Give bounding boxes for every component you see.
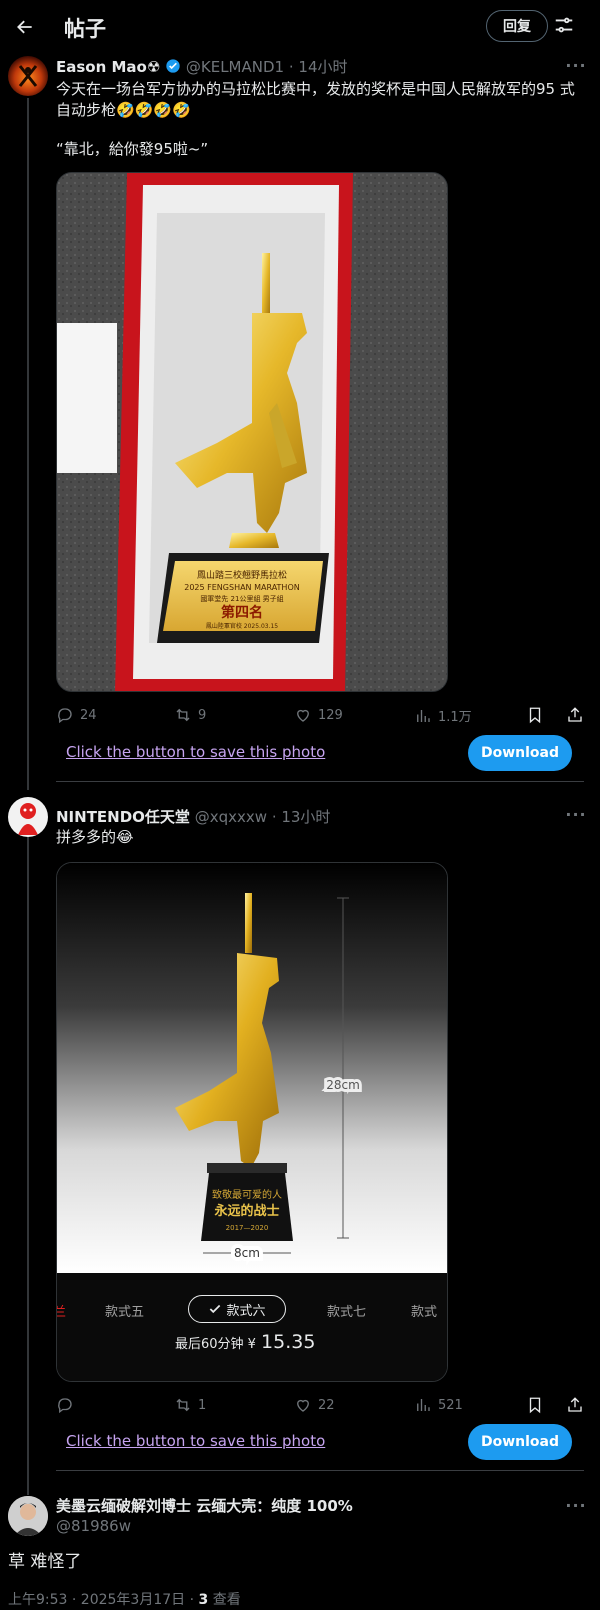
divider xyxy=(56,781,584,782)
views-count: 521 xyxy=(438,1397,463,1413)
author-name[interactable]: NINTENDO任天堂 xyxy=(56,808,190,826)
post-quote: “靠北，給你發95啦~” xyxy=(56,140,209,158)
download-button[interactable]: Download xyxy=(468,1424,572,1460)
like-count: 22 xyxy=(318,1397,335,1413)
more-options-icon[interactable]: ··· xyxy=(565,58,587,81)
more-options-icon[interactable]: ··· xyxy=(565,1498,587,1521)
post-header: Eason Mao☢ @KELMAND1 · 14小时 xyxy=(56,56,347,77)
variant-option[interactable]: 兰 xyxy=(57,1301,66,1320)
views-chart-icon xyxy=(417,709,430,722)
share-icon xyxy=(568,707,582,722)
reply-icon xyxy=(58,708,72,724)
post-actions: 24 9 129 1.1万 xyxy=(56,706,582,728)
share-button[interactable] xyxy=(566,706,584,724)
post-text: 今天在一场台军方协办的马拉松比赛中，发放的奖杯是中国人民解放军的95 式 自动步… xyxy=(56,80,575,119)
retweet-count: 9 xyxy=(198,707,207,723)
plaque-rank: 第四名 xyxy=(221,604,263,621)
post-text: 草 难怪了 xyxy=(8,1552,82,1572)
page-title: 帖子 xyxy=(64,17,106,41)
height-dimension-label: 28cm xyxy=(326,1078,360,1092)
plaque-line1: 鳳山踏三校翹野馬拉松 xyxy=(197,569,287,581)
verified-badge-icon xyxy=(166,59,180,73)
avatar[interactable] xyxy=(8,56,48,96)
post-text: 拼多多的😂 xyxy=(56,828,134,846)
variant-option-selected[interactable]: 款式六 xyxy=(188,1295,286,1323)
bookmark-button[interactable] xyxy=(526,706,544,724)
reply-action[interactable]: 24 xyxy=(56,706,97,724)
views-chart-icon xyxy=(417,1399,430,1411)
author-name[interactable]: 美墨云缅破解刘博士 云缅大壳：纯度 100% xyxy=(56,1497,353,1515)
save-photo-link[interactable]: Click the button to save this photo xyxy=(66,743,325,761)
back-button[interactable] xyxy=(8,10,42,44)
post-meta: 上午9:53 · 2025年3月17日 · 3 查看 xyxy=(8,1589,241,1609)
reply-button[interactable]: 回复 xyxy=(486,10,548,42)
check-icon xyxy=(210,1304,221,1314)
post-time[interactable]: · 13小时 xyxy=(272,808,331,826)
author-handle[interactable]: @xqxxxw xyxy=(195,808,267,826)
download-button[interactable]: Download xyxy=(468,735,572,771)
retweet-action[interactable]: 1 xyxy=(174,1396,206,1414)
arrow-left-icon xyxy=(17,20,32,34)
retweet-action[interactable]: 9 xyxy=(174,706,206,724)
price-line: 最后60分钟 ¥ 15.35 xyxy=(175,1331,315,1353)
retweet-count: 1 xyxy=(198,1397,207,1413)
base-line2: 永远的战士 xyxy=(213,1203,279,1219)
post-time[interactable]: · 14小时 xyxy=(289,58,348,76)
divider xyxy=(56,1470,584,1471)
thread-line xyxy=(27,98,29,790)
views-count: 1.1万 xyxy=(438,710,472,725)
bookmark-icon xyxy=(529,707,541,724)
reply-action[interactable] xyxy=(56,1396,80,1414)
views-action[interactable]: 521 xyxy=(414,1396,463,1414)
trophy-photo: 鳳山踏三校翹野馬拉松 2025 FENGSHAN MARATHON 國軍堂先 2… xyxy=(57,173,447,691)
price-prefix: 最后60分钟 ¥ xyxy=(175,1337,256,1352)
trophy-product-photo: 28cm 致敬最可爱的人 永远的战士 2017—2020 8cm xyxy=(57,863,447,1273)
base-line1: 致敬最可爱的人 xyxy=(212,1188,282,1201)
share-icon xyxy=(568,1397,582,1412)
view-count-label: 查看 xyxy=(208,1592,241,1608)
variant-option[interactable]: 款式五 xyxy=(105,1301,144,1320)
variant-strip: 兰 款式五 款式六 款式七 款式 最后60分钟 ¥ 15.35 xyxy=(57,1273,447,1381)
more-options-icon[interactable]: ··· xyxy=(565,807,587,830)
author-handle[interactable]: @KELMAND1 xyxy=(186,58,284,76)
plaque-line2: 2025 FENGSHAN MARATHON xyxy=(184,583,299,592)
views-action[interactable]: 1.1万 xyxy=(414,706,472,725)
view-count: 3 xyxy=(198,1592,209,1608)
avatar[interactable] xyxy=(8,797,48,837)
post-photo[interactable]: 鳳山踏三校翹野馬拉松 2025 FENGSHAN MARATHON 國軍堂先 2… xyxy=(56,172,448,692)
variant-option[interactable]: 款式七 xyxy=(327,1301,366,1320)
retweet-icon xyxy=(176,708,190,722)
price-value: 15.35 xyxy=(261,1331,316,1353)
bookmark-button[interactable] xyxy=(526,1396,544,1414)
thread-line xyxy=(27,835,29,1495)
plaque-foot: 鳳山陸軍官校 2025.03.15 xyxy=(206,622,278,630)
post-photo[interactable]: 28cm 致敬最可爱的人 永远的战士 2017—2020 8cm 兰 款式五 款… xyxy=(56,862,448,1382)
width-dimension-label: 8cm xyxy=(234,1246,260,1260)
bookmark-icon xyxy=(529,1397,541,1414)
sliders-icon[interactable] xyxy=(553,14,577,38)
retweet-icon xyxy=(176,1398,190,1412)
like-count: 129 xyxy=(318,707,343,723)
reply-count: 24 xyxy=(80,707,97,723)
post-actions: 1 22 521 xyxy=(56,1396,582,1418)
author-name[interactable]: Eason Mao☢ xyxy=(56,58,160,76)
post-timestamp[interactable]: 上午9:53 · 2025年3月17日 · xyxy=(8,1592,199,1608)
like-action[interactable]: 129 xyxy=(294,706,343,724)
like-action[interactable]: 22 xyxy=(294,1396,335,1414)
variant-option[interactable]: 款式 xyxy=(411,1301,437,1320)
avatar[interactable] xyxy=(8,1496,48,1536)
share-button[interactable] xyxy=(566,1396,584,1414)
save-photo-link[interactable]: Click the button to save this photo xyxy=(66,1432,325,1450)
plaque-line3: 國軍堂先 21公里組 男子組 xyxy=(200,594,283,603)
reply-icon xyxy=(58,1398,72,1414)
author-handle[interactable]: @81986w xyxy=(56,1517,131,1535)
heart-icon xyxy=(297,1399,309,1412)
base-line3: 2017—2020 xyxy=(226,1224,269,1232)
post-header: NINTENDO任天堂 @xqxxxw · 13小时 xyxy=(56,806,330,827)
heart-icon xyxy=(297,709,309,722)
top-bar: 帖子 回复 xyxy=(0,0,600,52)
post-header: 美墨云缅破解刘博士 云缅大壳：纯度 100% xyxy=(56,1495,353,1516)
